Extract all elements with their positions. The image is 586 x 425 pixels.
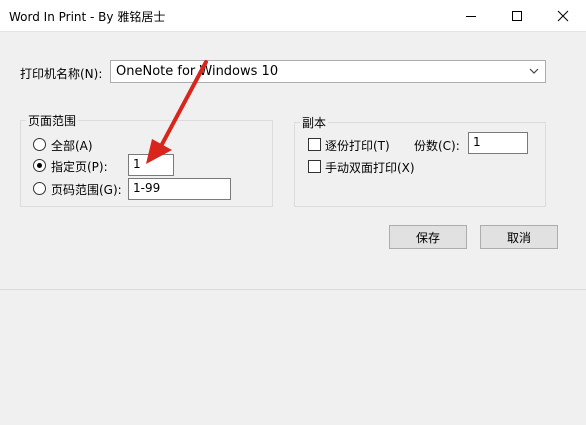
specified-page-input[interactable]: 1 — [128, 154, 174, 176]
radio-all-label: 全部(A) — [51, 139, 93, 153]
radio-specified[interactable] — [33, 159, 46, 172]
collate-checkbox[interactable] — [308, 138, 321, 151]
maximize-icon — [512, 10, 522, 21]
minimize-button[interactable] — [448, 0, 494, 31]
radio-range[interactable] — [33, 182, 46, 195]
close-button[interactable] — [540, 0, 586, 31]
page-range-input[interactable]: 1-99 — [128, 178, 231, 200]
printer-label: 打印机名称(N): — [20, 67, 103, 81]
manual-duplex-checkbox[interactable] — [308, 160, 321, 173]
printer-select[interactable]: OneNote for Windows 10 — [110, 60, 546, 83]
chevron-down-icon — [529, 68, 539, 74]
save-button[interactable]: 保存 — [389, 225, 467, 249]
copies-count-label: 份数(C): — [414, 139, 460, 153]
cancel-button[interactable]: 取消 — [480, 225, 558, 249]
collate-label: 逐份打印(T) — [325, 139, 390, 153]
radio-specified-label: 指定页(P): — [51, 160, 108, 174]
copies-legend: 副本 — [300, 114, 329, 131]
printer-selected-value: OneNote for Windows 10 — [116, 64, 279, 79]
copies-count-input[interactable]: 1 — [468, 132, 528, 154]
page-range-legend: 页面范围 — [26, 112, 79, 129]
title-bar: Word In Print - By 雅铭居士 — [0, 0, 586, 32]
radio-selected-dot — [37, 163, 42, 168]
radio-all[interactable] — [33, 138, 46, 151]
maximize-button[interactable] — [494, 0, 540, 31]
minimize-icon — [466, 15, 476, 17]
divider — [0, 289, 586, 290]
manual-duplex-label: 手动双面打印(X) — [325, 161, 415, 175]
radio-range-label: 页码范围(G): — [51, 183, 122, 197]
window-title: Word In Print - By 雅铭居士 — [9, 10, 166, 24]
close-icon — [557, 10, 569, 21]
